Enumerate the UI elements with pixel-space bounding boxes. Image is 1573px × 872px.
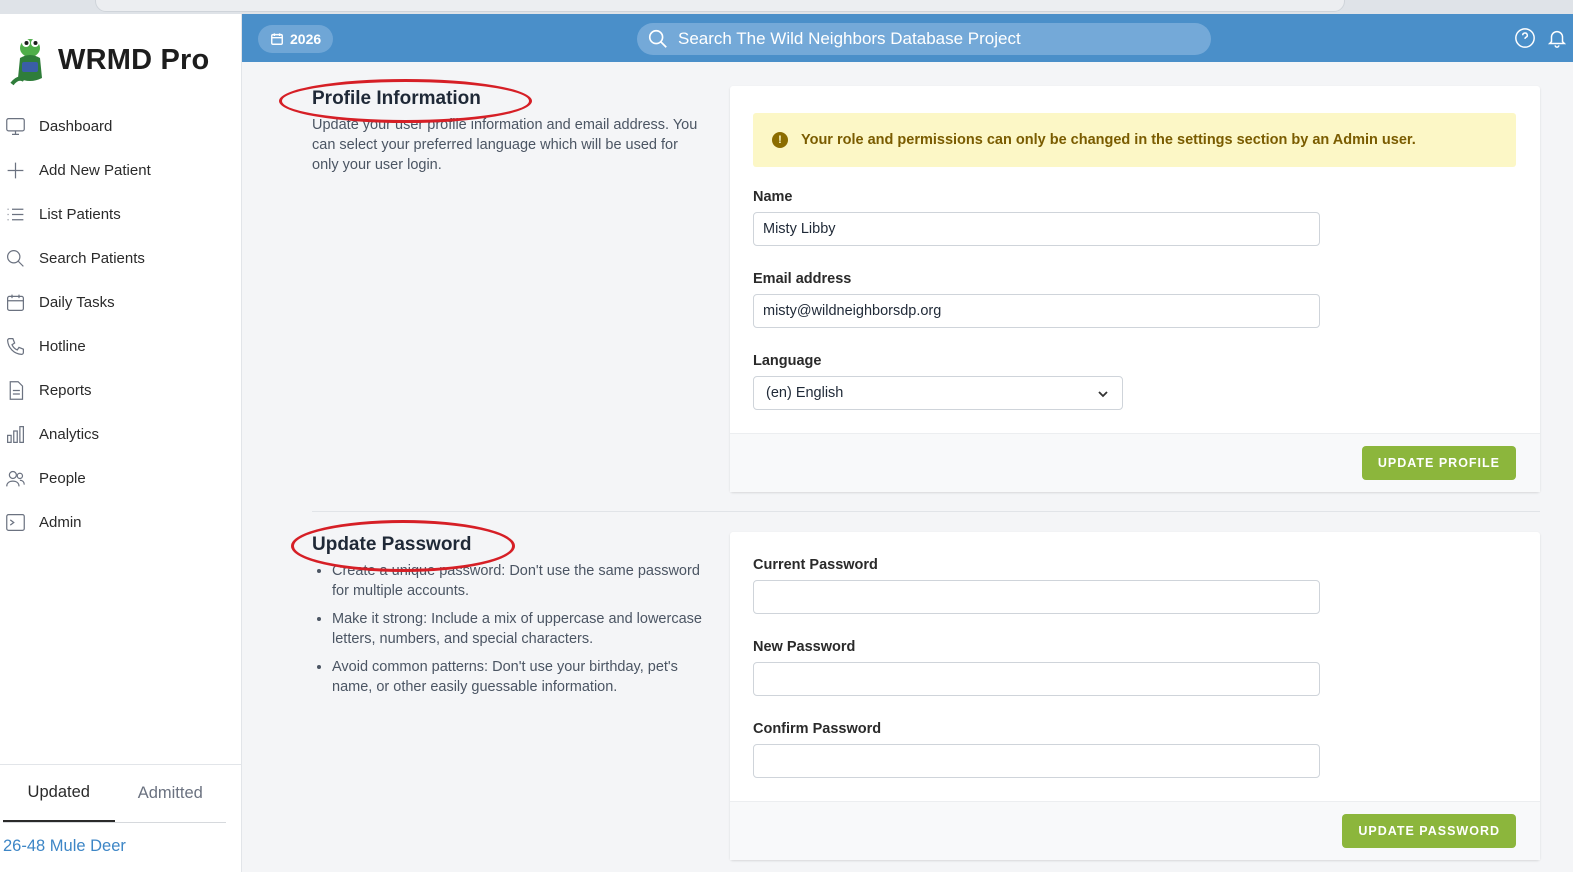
profile-section-title: Profile Information [312, 88, 481, 109]
calendar-icon [4, 291, 26, 313]
sidebar: WRMD Pro Dashboard Add New Patient List … [0, 14, 242, 872]
brand[interactable]: WRMD Pro [8, 34, 209, 86]
sidebar-item-people[interactable]: People [0, 456, 242, 500]
bar-chart-icon [4, 423, 26, 445]
recent-patient-link[interactable]: 26-48 Mule Deer [3, 837, 126, 856]
password-card-footer: UPDATE PASSWORD [730, 801, 1540, 860]
frog-logo-icon [10, 39, 42, 86]
update-profile-button[interactable]: UPDATE PROFILE [1361, 446, 1516, 480]
sidebar-item-label: Add New Patient [39, 161, 151, 179]
alert-text: Your role and permissions can only be ch… [801, 132, 1416, 148]
sidebar-item-label: Analytics [39, 425, 100, 443]
sidebar-item-add-new-patient[interactable]: Add New Patient [0, 148, 242, 192]
calendar-icon [271, 33, 283, 45]
sidebar-nav: Dashboard Add New Patient List Patients … [0, 104, 242, 544]
sidebar-item-label: Reports [39, 381, 92, 399]
sidebar-item-label: People [39, 469, 86, 487]
password-tip: Avoid common patterns: Don't use your bi… [332, 657, 707, 697]
email-field[interactable] [753, 294, 1320, 328]
browser-toolbar [0, 0, 1573, 14]
profile-card-footer: UPDATE PROFILE [730, 433, 1540, 492]
year-selector[interactable]: 2026 [258, 25, 334, 53]
warning-icon: ! [772, 132, 788, 148]
language-select[interactable]: (en) English [753, 376, 1123, 410]
search-icon [4, 247, 26, 269]
password-section-title: Update Password [312, 534, 472, 555]
tab-admitted[interactable]: Admitted [115, 765, 227, 822]
chevron-down-icon [1098, 391, 1108, 398]
sidebar-item-daily-tasks[interactable]: Daily Tasks [0, 280, 242, 324]
sidebar-item-search-patients[interactable]: Search Patients [0, 236, 242, 280]
terminal-icon [4, 511, 26, 533]
browser-address-bar[interactable] [95, 0, 1345, 12]
tab-updated[interactable]: Updated [3, 765, 115, 822]
plus-icon [4, 159, 26, 181]
email-label: Email address [753, 271, 852, 287]
section-divider [312, 511, 1540, 512]
sidebar-item-label: Hotline [39, 337, 86, 355]
sidebar-item-analytics[interactable]: Analytics [0, 412, 242, 456]
language-label: Language [753, 353, 822, 369]
top-bar: 2026 [242, 14, 1573, 62]
current-password-field[interactable] [753, 580, 1320, 614]
profile-section-description: Profile Information Update your user pro… [312, 88, 707, 175]
sidebar-item-label: List Patients [39, 205, 121, 223]
sidebar-item-label: Daily Tasks [39, 293, 115, 311]
name-field[interactable] [753, 212, 1320, 246]
users-icon [4, 467, 26, 489]
app-name: WRMD Pro [58, 43, 210, 76]
password-card: Current Password New Password Confirm Pa… [730, 532, 1540, 860]
permissions-alert: ! Your role and permissions can only be … [753, 113, 1516, 167]
language-value: (en) English [766, 385, 844, 401]
monitor-icon [4, 115, 26, 137]
password-tip: Make it strong: Include a mix of upperca… [332, 609, 707, 649]
name-label: Name [753, 189, 793, 205]
sidebar-item-label: Admin [39, 513, 82, 531]
password-tips: Create a unique password: Don't use the … [312, 561, 707, 697]
sidebar-item-list-patients[interactable]: List Patients [0, 192, 242, 236]
confirm-password-field[interactable] [753, 744, 1320, 778]
sidebar-item-reports[interactable]: Reports [0, 368, 242, 412]
update-password-button[interactable]: UPDATE PASSWORD [1342, 814, 1516, 848]
document-icon [4, 379, 26, 401]
current-password-label: Current Password [753, 557, 878, 573]
recent-tabs: Updated Admitted [3, 765, 226, 823]
sidebar-item-label: Dashboard [39, 117, 113, 135]
global-search[interactable] [637, 23, 1211, 55]
new-password-field[interactable] [753, 662, 1320, 696]
sidebar-item-admin[interactable]: Admin [0, 500, 242, 544]
search-input[interactable] [678, 29, 1178, 49]
list-icon [4, 203, 26, 225]
search-icon [648, 29, 667, 48]
new-password-label: New Password [753, 639, 856, 655]
profile-section-text: Update your user profile information and… [312, 117, 698, 173]
help-icon[interactable] [1514, 27, 1536, 49]
sidebar-item-hotline[interactable]: Hotline [0, 324, 242, 368]
password-section-description: Update Password Create a unique password… [312, 534, 707, 705]
sidebar-item-label: Search Patients [39, 249, 145, 267]
bell-icon[interactable] [1546, 27, 1568, 49]
password-tip: Create a unique password: Don't use the … [332, 561, 707, 601]
sidebar-item-dashboard[interactable]: Dashboard [0, 104, 242, 148]
phone-icon [4, 335, 26, 357]
profile-card: ! Your role and permissions can only be … [730, 86, 1540, 492]
recent-patients-panel: Updated Admitted 26-48 Mule Deer [0, 764, 242, 855]
year-label: 2026 [290, 31, 322, 47]
confirm-password-label: Confirm Password [753, 721, 882, 737]
